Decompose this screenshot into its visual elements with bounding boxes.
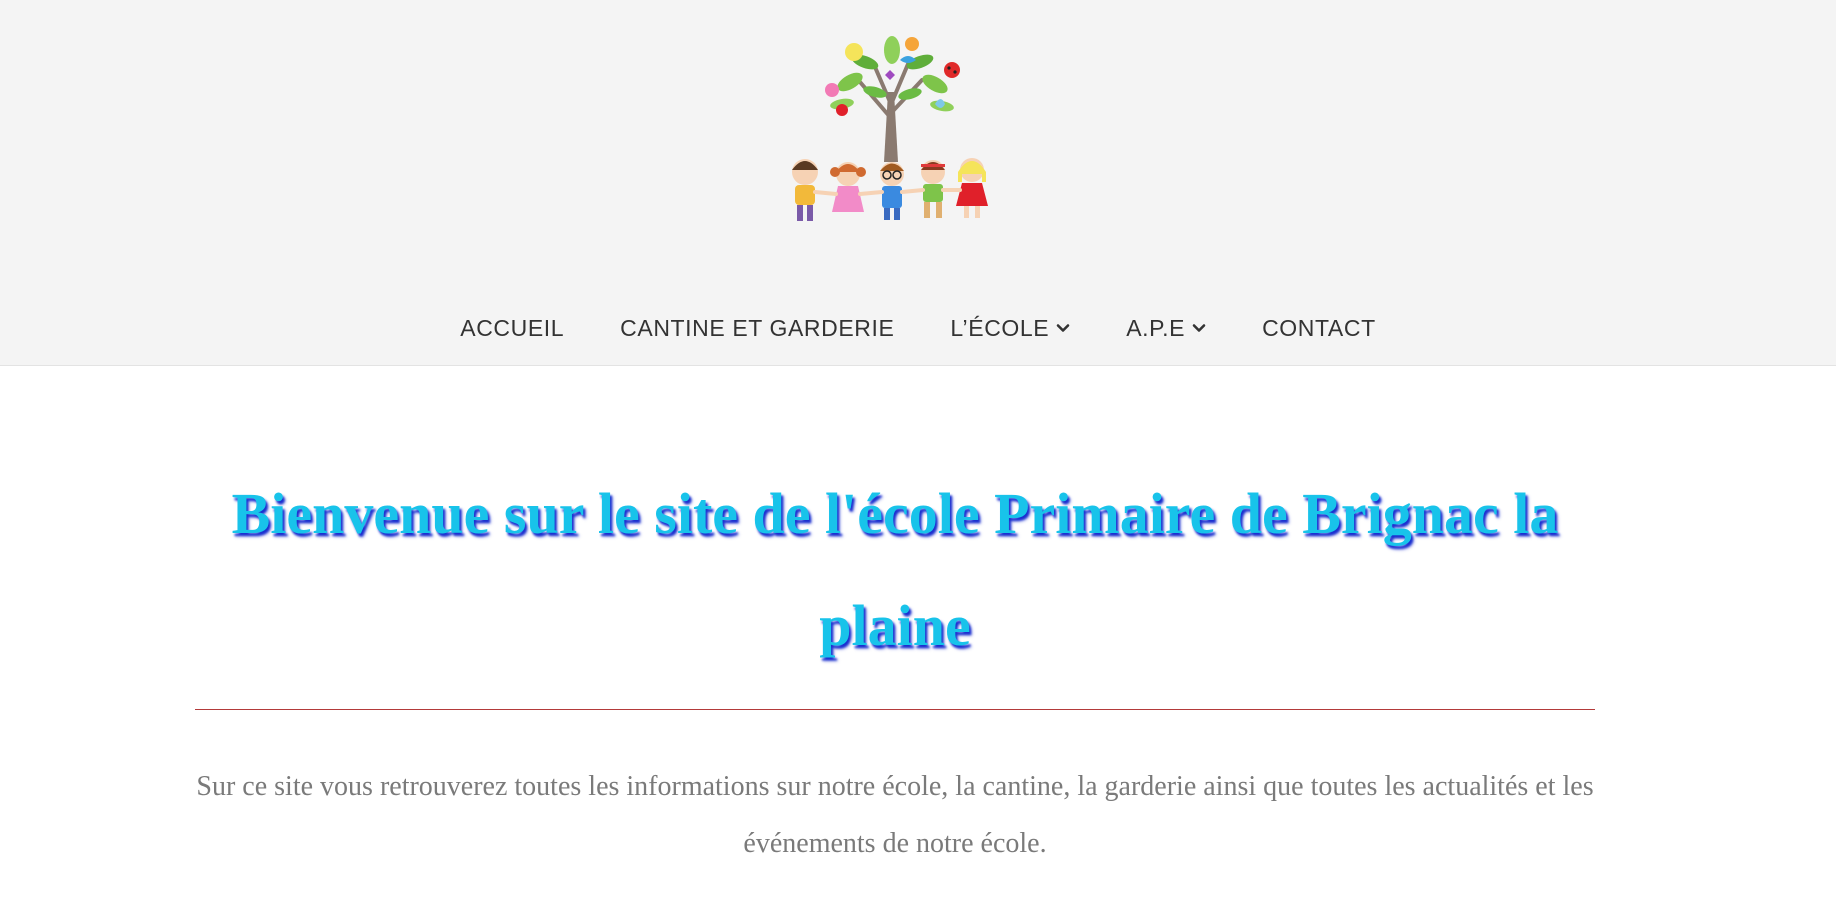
nav-item-accueil[interactable]: ACCUEIL [432,315,592,342]
intro-text: Sur ce site vous retrouverez toutes les … [196,771,1594,859]
divider [195,709,1595,710]
school-tree-children-logo-icon [792,36,988,221]
site-header: ACCUEIL CANTINE ET GARDERIE L’ÉCOLE A.P.… [0,0,1836,366]
nav-item-contact[interactable]: CONTACT [1234,315,1404,342]
chevron-down-icon [1192,324,1206,332]
main-nav: ACCUEIL CANTINE ET GARDERIE L’ÉCOLE A.P.… [0,308,1836,348]
nav-item-label: ACCUEIL [460,314,565,341]
site-logo[interactable] [780,22,1004,242]
nav-item-ecole[interactable]: L’ÉCOLE [922,315,1098,342]
nav-item-ape[interactable]: A.P.E [1098,315,1234,342]
nav-item-label: A.P.E [1126,314,1186,341]
page-title: Bienvenue sur le site de l'école Primair… [231,481,1559,658]
nav-item-cantine-et-garderie[interactable]: CANTINE ET GARDERIE [592,315,922,342]
nav-item-label: L’ÉCOLE [950,314,1050,341]
nav-item-label: CONTACT [1262,314,1376,341]
chevron-down-icon [1056,324,1070,332]
nav-item-label: CANTINE ET GARDERIE [620,314,895,341]
